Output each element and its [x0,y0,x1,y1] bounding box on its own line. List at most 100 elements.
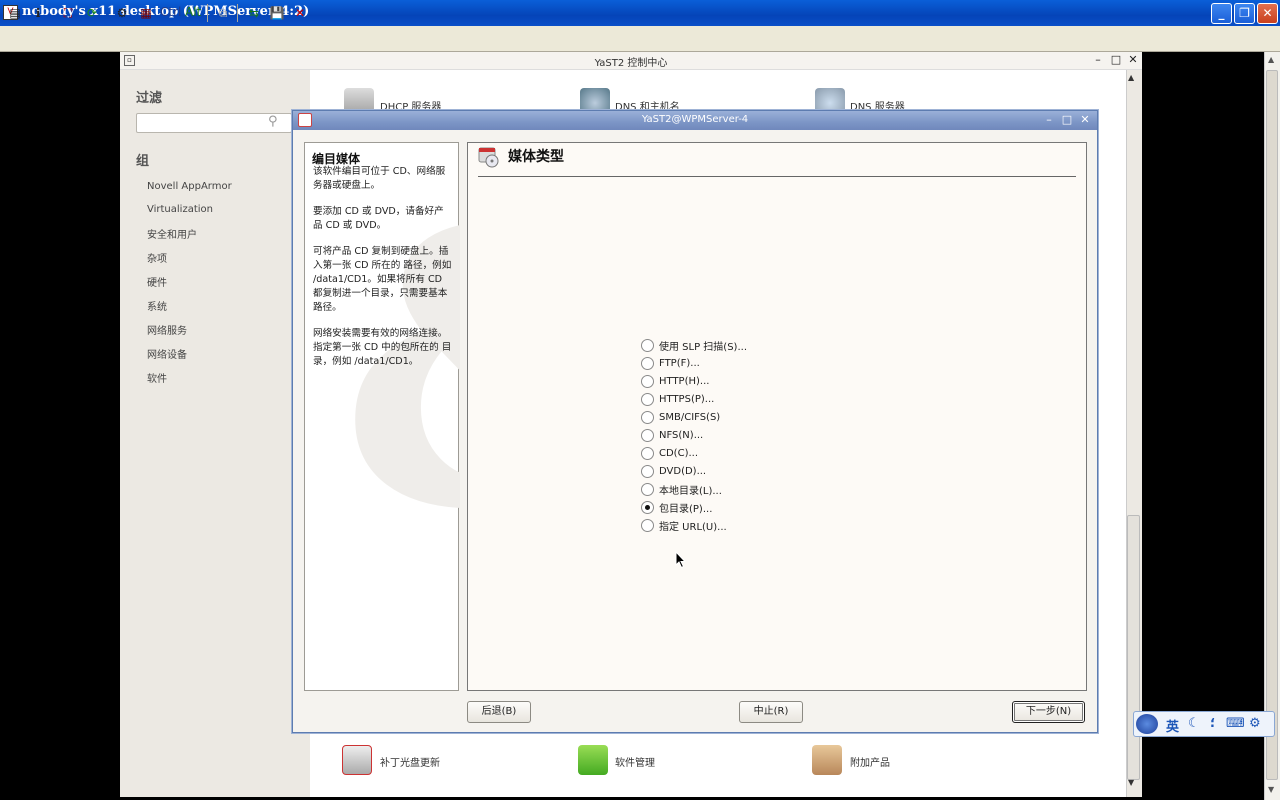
software-management-icon[interactable] [578,745,608,775]
group-item-virtualization[interactable]: Virtualization [147,204,213,215]
save-icon[interactable]: 💾 [267,3,287,23]
keyboard-icon[interactable]: ⌨ [1226,716,1245,731]
module-add-on-product[interactable]: 附加产品 [850,754,890,769]
yast-minimize-button[interactable]: – [1091,53,1105,66]
radio-label: 本地目录(L)... [659,485,722,497]
refresh-icon[interactable]: ⟳ [82,3,102,23]
module-patch-cd-update[interactable]: 补丁光盘更新 [380,754,440,769]
radio-button[interactable] [641,482,654,496]
yast-maximize-button[interactable]: □ [1109,53,1123,66]
ctrl-alt-del-icon[interactable]: ⚙ [112,3,132,23]
radio-button[interactable] [641,374,654,388]
radio-http[interactable]: HTTP(H)... [641,373,709,389]
radio-slp-scan[interactable]: 使用 SLP 扫描(S)... [641,337,747,353]
module-software-management[interactable]: 软件管理 [615,754,655,769]
moon-icon[interactable]: ☾ [1188,716,1200,731]
yast-title: YaST2 控制中心 [594,58,668,69]
group-item-misc[interactable]: 杂项 [147,250,167,265]
group-item-security-users[interactable]: 安全和用户 [147,226,197,241]
abort-button[interactable]: 中止(R) [739,701,803,723]
group-item-hardware[interactable]: 硬件 [147,274,167,289]
back-button[interactable]: 后退(B) [467,701,531,723]
radio-package-directory[interactable]: 包目录(P)... [641,499,712,515]
info-icon[interactable]: ℹ [28,3,48,23]
radio-button[interactable] [641,410,654,424]
close-button[interactable]: ✕ [1257,3,1278,24]
group-item-network-devices[interactable]: 网络设备 [147,346,187,361]
search-icon: ⚲ [268,114,278,129]
radio-ftp[interactable]: FTP(F)... [641,355,700,371]
help-paragraph: 可将产品 CD 复制到硬盘上。插入第一张 CD 所在的 路径，例如 /data1… [313,246,452,313]
transfer-icon[interactable]: ⇆ [244,3,264,23]
media-type-heading: 媒体类型 [508,149,564,165]
yast-close-button[interactable]: ✕ [1126,53,1140,66]
radio-local-directory[interactable]: 本地目录(L)... [641,481,722,497]
radio-button-checked[interactable] [641,500,654,514]
gear-icon[interactable]: ⚙ [1249,716,1261,731]
minimize-button[interactable]: _ [1211,3,1232,24]
dialog-title: YaST2@WPMServer-4 [641,114,749,125]
dialog-minimize-button[interactable]: – [1042,113,1056,126]
radio-cd[interactable]: CD(C)... [641,445,698,461]
copy-icon[interactable]: ⧉ [213,3,233,23]
disconnect-icon[interactable]: ✕ [290,3,310,23]
patch-cd-update-icon[interactable] [342,745,372,775]
heading-divider [478,176,1076,177]
filter-heading: 过滤 [136,91,163,106]
help-paragraph: 网络安装需要有效的网络连接。指定第一张 CD 中的包所在的 目录，例如 /dat… [313,328,452,367]
scroll-up-icon[interactable]: ▲ [1128,73,1134,82]
punctuation-icon[interactable]: ؛ [1210,716,1215,731]
radio-dvd[interactable]: DVD(D)... [641,463,706,479]
group-item-network-services[interactable]: 网络服务 [147,322,187,337]
group-item-novell-apparmor[interactable]: Novell AppArmor [147,181,232,192]
media-type-icon [478,147,499,168]
radio-label: FTP(F)... [659,357,700,369]
radio-label: DVD(D)... [659,465,707,477]
fullscreen-icon[interactable]: ⛶ [58,3,78,23]
ime-mode-toggle[interactable]: 英 [1166,716,1179,735]
radio-button[interactable] [641,464,654,478]
alt-key-button[interactable]: Alt [185,5,201,19]
group-item-system[interactable]: 系统 [147,298,167,313]
ctrl-key-button[interactable]: Ctrl [160,5,181,19]
toolbar-divider [207,4,208,22]
radio-label: 指定 URL(U)... [659,521,727,533]
radio-label: CD(C)... [659,447,699,459]
viewer-scroll-down-icon[interactable]: ▼ [1268,785,1274,794]
radio-label: 包目录(P)... [659,503,713,515]
radio-button[interactable] [641,518,654,532]
viewer-scroll-up-icon[interactable]: ▲ [1268,55,1274,64]
ime-logo-icon[interactable] [1136,714,1158,734]
next-button[interactable]: 下一步(N) [1012,701,1085,723]
vnc-toolbar [0,26,1280,52]
film-icon[interactable]: ▦ [136,3,156,23]
radio-specify-url[interactable]: 指定 URL(U)... [641,517,727,533]
dialog-maximize-button[interactable]: □ [1060,113,1074,126]
groups-heading: 组 [136,154,150,169]
restore-button[interactable]: ❐ [1234,3,1255,24]
dialog-close-button[interactable]: ✕ [1078,113,1092,126]
radio-label: SMB/CIFS(S) [659,411,721,423]
radio-nfs[interactable]: NFS(N)... [641,427,703,443]
yast-sidebar [120,70,310,797]
options-icon[interactable]: ▤ [5,3,25,23]
radio-label: 使用 SLP 扫描(S)... [659,341,747,353]
radio-button[interactable] [641,428,654,442]
radio-button[interactable] [641,356,654,370]
viewer-scrollbar-thumb[interactable] [1266,70,1278,780]
radio-label: HTTPS(P)... [659,393,715,405]
radio-button[interactable] [641,338,654,352]
media-type-pane [467,142,1087,691]
radio-button[interactable] [641,392,654,406]
help-paragraph: 要添加 CD 或 DVD，请备好产品 CD 或 DVD。 [313,206,444,231]
group-item-software[interactable]: 软件 [147,370,167,385]
add-on-product-icon[interactable] [812,745,842,775]
radio-label: HTTP(H)... [659,375,710,387]
radio-smb-cifs[interactable]: SMB/CIFS(S) [641,409,720,425]
radio-button[interactable] [641,446,654,460]
scroll-down-icon[interactable]: ▼ [1128,778,1134,787]
toolbar-divider [237,4,238,22]
yast-scrollbar-thumb[interactable] [1127,515,1140,780]
mouse-cursor-icon [675,551,687,569]
radio-https[interactable]: HTTPS(P)... [641,391,714,407]
